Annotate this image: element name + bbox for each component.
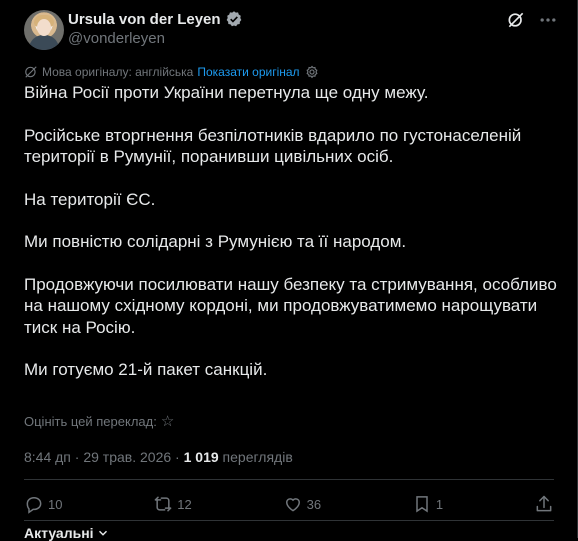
tweet-text: Війна Росії проти України перетнула ще о… (24, 82, 559, 402)
meta-separator: · (74, 449, 80, 465)
gear-icon[interactable] (305, 65, 319, 79)
more-icon[interactable] (538, 10, 558, 30)
verified-badge-icon[interactable] (225, 10, 243, 28)
meta-separator: · (175, 449, 180, 465)
tweet-paragraph: Продовжуючи посилювати нашу безпеку та с… (24, 274, 557, 337)
share-icon (534, 494, 554, 514)
tweet-paragraph: Війна Росії проти України перетнула ще о… (24, 83, 429, 102)
show-original-link[interactable]: Показати оригінал (197, 65, 299, 79)
action-bar: 10 12 36 1 (24, 489, 554, 519)
like-button[interactable]: 36 (283, 494, 321, 514)
reply-count: 10 (48, 496, 63, 512)
views-label: переглядів (222, 449, 293, 465)
star-icon[interactable]: ☆ (161, 412, 175, 430)
tweet-date[interactable]: 29 трав. 2026 (83, 449, 171, 465)
tweet-paragraph: Ми повністю солідарні з Румунією та її н… (24, 232, 407, 251)
avatar[interactable] (24, 10, 64, 50)
tweet-meta: 8:44 дп · 29 трав. 2026 · 1 019 перегляд… (24, 449, 293, 465)
repost-button[interactable]: 12 (153, 494, 192, 514)
bookmark-count: 1 (435, 496, 444, 512)
bookmark-icon (412, 494, 432, 514)
rate-translation-label: Оцініть цей переклад: (24, 413, 157, 429)
translation-bar: Мова оригіналу: англійська Показати ориг… (24, 65, 319, 79)
tweet-time[interactable]: 8:44 дп (24, 449, 71, 465)
tweet-paragraph: Російське вторгнення безпілотників вдари… (24, 125, 522, 167)
views-count: 1 019 (183, 449, 219, 465)
heart-icon (283, 494, 303, 514)
divider (24, 520, 554, 521)
tweet-header: Ursula von der Leyen @vonderleyen (24, 8, 558, 50)
divider (24, 479, 554, 480)
author-name-row: Ursula von der Leyen (68, 10, 243, 28)
author-handle[interactable]: @vonderleyen (68, 30, 165, 47)
author-name[interactable]: Ursula von der Leyen (68, 11, 221, 28)
tweet-paragraph: На території ЄС. (24, 189, 156, 209)
reply-button[interactable]: 10 (24, 494, 62, 514)
repost-icon (153, 494, 173, 514)
header-actions (506, 10, 558, 30)
bookmark-button[interactable]: 1 (412, 494, 443, 514)
share-button[interactable] (534, 494, 554, 514)
sort-label[interactable]: Актуальні (24, 525, 94, 541)
translation-label: Мова оригіналу: англійська (42, 65, 194, 79)
repost-count: 12 (177, 496, 192, 512)
replies-sort[interactable]: Актуальні (24, 525, 110, 541)
rate-translation: Оцініть цей переклад: ☆ (24, 412, 175, 430)
like-count: 36 (306, 496, 322, 512)
grok-icon[interactable] (506, 10, 526, 30)
reply-icon (24, 494, 44, 514)
tweet-paragraph: Ми готуємо 21-й пакет санкцій. (24, 360, 268, 379)
translate-icon (24, 65, 38, 79)
